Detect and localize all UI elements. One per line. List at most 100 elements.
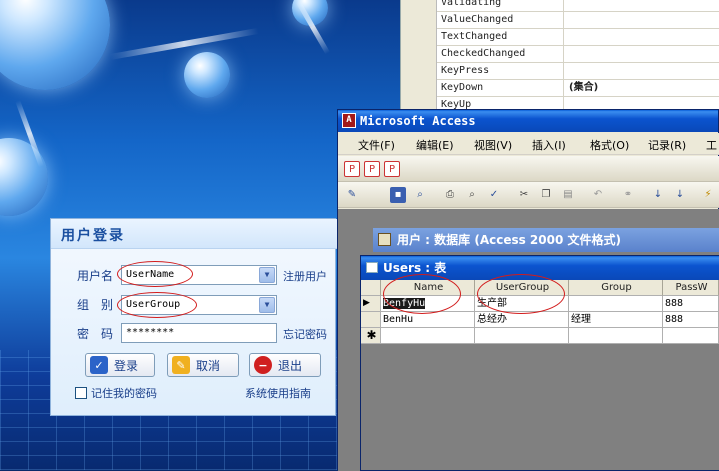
- access-window: A Microsoft Access 文件(F) 编辑(E) 视图(V) 插入(…: [337, 109, 719, 471]
- glass-bubble: [184, 52, 230, 98]
- guide-link[interactable]: 系统使用指南: [245, 385, 311, 401]
- cancel-button[interactable]: ✎ 取消: [167, 353, 239, 377]
- new-record-icon[interactable]: ✱: [361, 328, 381, 344]
- sort-ascending-icon[interactable]: ↓: [650, 187, 666, 203]
- usergroup-cell[interactable]: [475, 328, 569, 344]
- register-link[interactable]: 注册用户: [283, 268, 327, 284]
- filter-icon[interactable]: ⚡: [700, 187, 716, 203]
- name-cell[interactable]: BenfyHu: [381, 296, 475, 312]
- property-row[interactable]: TextChanged: [437, 29, 719, 46]
- broom-icon: ✎: [172, 356, 190, 374]
- paste-icon[interactable]: ▤: [560, 187, 576, 203]
- row-selector[interactable]: [361, 312, 381, 328]
- group-combo[interactable]: UserGroup ▼: [121, 295, 277, 315]
- username-value: UserName: [126, 269, 175, 280]
- copy-icon[interactable]: ❐: [538, 187, 554, 203]
- datasheet-grid: Name UserGroup Group PassW ▶ BenfyHu 生产部…: [361, 274, 719, 470]
- globe-bubble: [0, 0, 110, 90]
- sort-descending-icon[interactable]: ↓: [672, 187, 688, 203]
- pdf-settings-icon[interactable]: P: [384, 161, 400, 177]
- property-key: Validating: [441, 0, 502, 8]
- table-row[interactable]: BenHu 总经办 经理 888: [361, 312, 719, 328]
- property-key: ValueChanged: [441, 14, 514, 25]
- column-header-name[interactable]: Name: [381, 280, 475, 296]
- cancel-button-label: 取消: [196, 358, 221, 373]
- row-selector-header: [361, 280, 381, 296]
- property-row[interactable]: KeyDown (集合): [437, 80, 719, 97]
- table-row-new[interactable]: ✱: [361, 328, 719, 344]
- access-title-bar: A Microsoft Access: [338, 110, 718, 132]
- menu-records[interactable]: 记录(R): [648, 137, 686, 153]
- link-icon[interactable]: ⚭: [620, 187, 636, 203]
- menu-edit[interactable]: 编辑(E): [416, 137, 454, 153]
- remember-label: 记住我的密码: [91, 387, 157, 400]
- pdf-toolbar: P P P: [338, 156, 719, 182]
- design-view-icon[interactable]: ✎: [344, 187, 360, 203]
- database-icon: [378, 233, 391, 246]
- name-cell[interactable]: [381, 328, 475, 344]
- properties-gutter: [401, 0, 437, 110]
- undo-icon[interactable]: ↶: [590, 187, 606, 203]
- forgot-password-link[interactable]: 忘记密码: [283, 326, 327, 342]
- login-button[interactable]: ✓ 登录: [85, 353, 155, 377]
- table-row[interactable]: ▶ BenfyHu 生产部 888: [361, 296, 719, 312]
- properties-grid: Validating ValueChanged TextChanged Chec…: [400, 0, 719, 114]
- menu-insert[interactable]: 插入(I): [532, 137, 566, 153]
- column-header-group[interactable]: Group: [569, 280, 663, 296]
- login-button-label: 登录: [114, 358, 139, 373]
- password-label: 密 码: [77, 327, 114, 341]
- password-cell[interactable]: 888: [663, 296, 719, 312]
- usergroup-cell[interactable]: 生产部: [475, 296, 569, 312]
- print-preview-icon[interactable]: ⌕: [464, 187, 480, 203]
- property-row[interactable]: KeyPress: [437, 63, 719, 80]
- name-cell[interactable]: BenHu: [381, 312, 475, 328]
- property-key: TextChanged: [441, 31, 508, 42]
- group-cell[interactable]: [569, 328, 663, 344]
- property-row[interactable]: Validating: [437, 0, 719, 12]
- search-icon[interactable]: ⌕: [412, 187, 428, 203]
- property-row[interactable]: ValueChanged: [437, 12, 719, 29]
- group-label: 组 别: [77, 298, 114, 312]
- property-key: KeyPress: [441, 65, 490, 76]
- username-combo[interactable]: UserName ▼: [121, 265, 277, 285]
- menu-file[interactable]: 文件(F): [358, 137, 395, 153]
- username-label: 用户名: [77, 269, 114, 283]
- remember-checkbox[interactable]: [75, 387, 87, 399]
- pdf-icon[interactable]: P: [344, 161, 360, 177]
- usergroup-cell[interactable]: 总经办: [475, 312, 569, 328]
- password-cell[interactable]: [663, 328, 719, 344]
- password-field[interactable]: ********: [121, 323, 277, 343]
- database-title: 用户 : 数据库 (Access 2000 文件格式): [397, 233, 621, 247]
- menu-bar: 文件(F) 编辑(E) 视图(V) 插入(I) 格式(O) 记录(R) 工: [338, 133, 719, 155]
- pdf-icon[interactable]: P: [364, 161, 380, 177]
- menu-format[interactable]: 格式(O): [590, 137, 629, 153]
- city-bubble: [0, 138, 48, 216]
- chevron-down-icon[interactable]: ▼: [259, 297, 275, 313]
- property-value: (集合): [569, 82, 599, 93]
- login-panel: 用户登录 用户名 UserName ▼ 注册用户 组 别 UserGroup ▼…: [50, 218, 337, 416]
- exit-button-label: 退出: [278, 358, 303, 373]
- row-selector-current[interactable]: ▶: [361, 296, 381, 312]
- column-header-usergroup[interactable]: UserGroup: [475, 280, 569, 296]
- light-stem: [110, 27, 259, 60]
- check-icon: ✓: [90, 356, 108, 374]
- menu-view[interactable]: 视图(V): [474, 137, 512, 153]
- login-title: 用户登录: [61, 228, 125, 244]
- menu-tools[interactable]: 工: [706, 137, 717, 153]
- exit-button[interactable]: − 退出: [249, 353, 321, 377]
- group-cell[interactable]: 经理: [569, 312, 663, 328]
- group-cell[interactable]: [569, 296, 663, 312]
- chevron-down-icon[interactable]: ▼: [259, 267, 275, 283]
- column-header-password[interactable]: PassW: [663, 280, 719, 296]
- database-window-title[interactable]: 用户 : 数据库 (Access 2000 文件格式): [373, 228, 719, 252]
- table-title-bar: Users : 表: [361, 256, 719, 280]
- password-cell[interactable]: 888: [663, 312, 719, 328]
- datasheet-header: Name UserGroup Group PassW: [361, 280, 719, 296]
- property-key: CheckedChanged: [441, 48, 526, 59]
- property-row[interactable]: CheckedChanged: [437, 46, 719, 63]
- save-icon[interactable]: ▪: [390, 187, 406, 203]
- cut-icon[interactable]: ✂: [516, 187, 532, 203]
- table-window: Users : 表 Name UserGroup Group PassW ▶ B…: [360, 255, 719, 471]
- spelling-icon[interactable]: ✓: [486, 187, 502, 203]
- print-icon[interactable]: ⎙: [442, 187, 458, 203]
